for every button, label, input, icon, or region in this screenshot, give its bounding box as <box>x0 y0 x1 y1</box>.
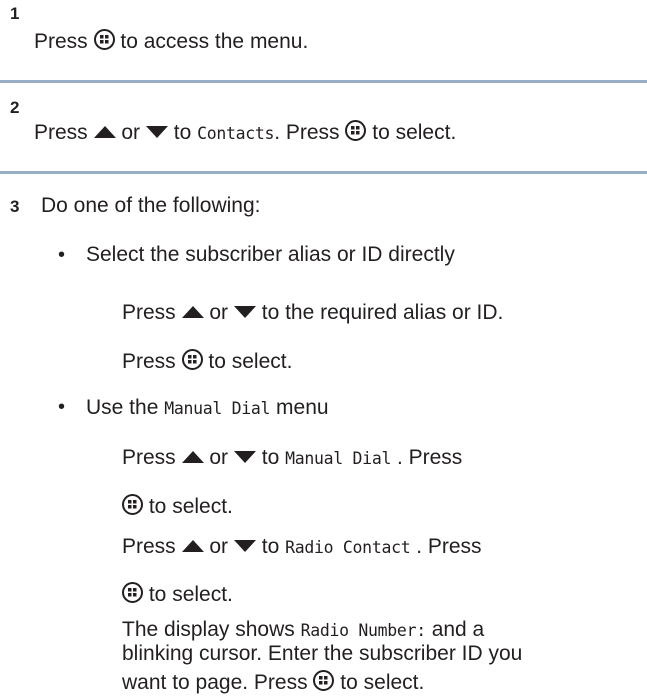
manual-line-2: to select. <box>122 494 233 519</box>
menu-name: Manual Dial <box>164 399 271 418</box>
up-arrow-icon <box>181 306 204 318</box>
menu-ok-button-icon <box>122 494 143 515</box>
divider <box>0 80 647 83</box>
manual-line-1: Press or to Manual Dial . Press <box>122 446 463 469</box>
option-direct-line-1: Press or to the required alias or ID. <box>122 301 504 324</box>
option-direct-line-2: Press to select. <box>122 349 293 373</box>
step-1-text: Press to access the menu. <box>34 29 309 53</box>
option-direct-title: Select the subscriber alias or ID direct… <box>86 243 455 266</box>
bullet: • <box>58 396 66 418</box>
down-arrow-icon <box>145 126 168 138</box>
step-number: 3 <box>10 197 20 216</box>
manual-line-7: want to page. Press to select. <box>122 670 425 694</box>
step-number: 1 <box>10 4 20 23</box>
step-3-intro: Do one of the following: <box>41 194 261 217</box>
manual-line-4: to select. <box>122 582 233 607</box>
menu-ok-button-icon <box>93 29 115 50</box>
menu-name: Contacts <box>197 124 275 143</box>
menu-ok-button-icon <box>345 120 367 141</box>
option-manual-title: Use the Manual Dial menu <box>86 396 329 419</box>
up-arrow-icon <box>181 451 204 463</box>
manual-line-6: blinking cursor. Enter the subscriber ID… <box>122 642 523 665</box>
down-arrow-icon <box>233 306 256 318</box>
down-arrow-icon <box>233 540 256 552</box>
menu-ok-button-icon <box>313 670 335 691</box>
down-arrow-icon <box>233 451 256 463</box>
up-arrow-icon <box>181 540 204 552</box>
step-2-text: Press or to Contacts. Press to select. <box>34 120 457 144</box>
step-number: 2 <box>10 98 20 117</box>
menu-name: Manual Dial <box>285 449 392 468</box>
divider <box>0 171 647 174</box>
manual-line-5: The display shows Radio Number: and a <box>122 618 485 641</box>
menu-name: Radio Contact <box>285 538 411 557</box>
manual-line-3: Press or to Radio Contact . Press <box>122 535 482 558</box>
menu-ok-button-icon <box>181 349 203 370</box>
up-arrow-icon <box>93 126 116 138</box>
display-text: Radio Number: <box>300 621 427 640</box>
bullet: • <box>58 244 66 266</box>
menu-ok-button-icon <box>122 582 143 603</box>
